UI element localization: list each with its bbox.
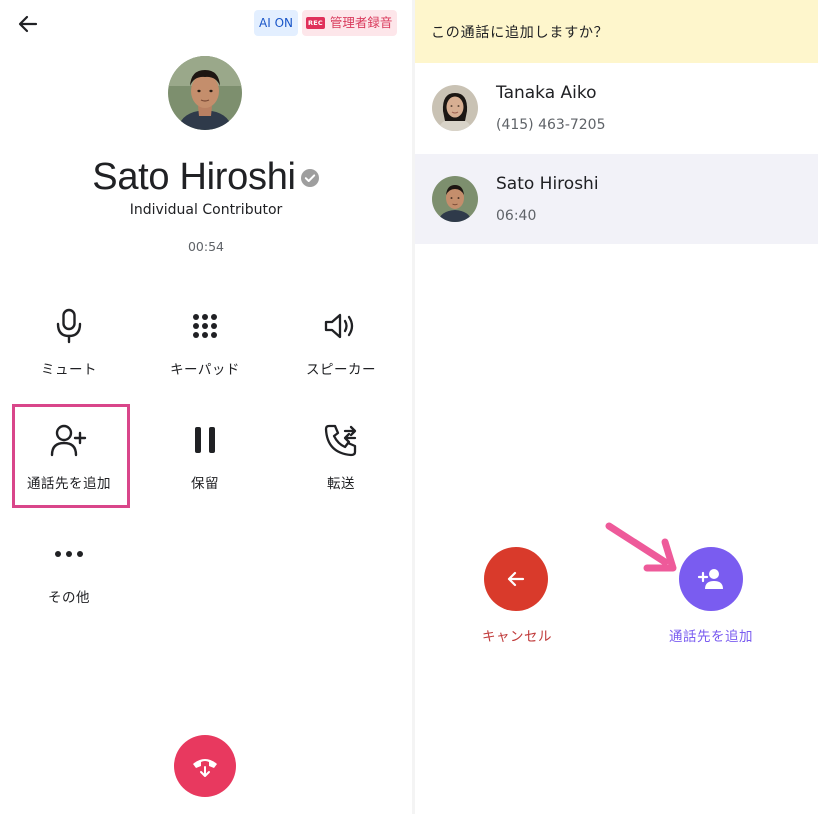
caller-role: Individual Contributor: [129, 202, 283, 218]
contact-avatar: [432, 176, 478, 222]
hold-button[interactable]: 保留: [137, 414, 273, 514]
cancel-label: キャンセル: [482, 629, 552, 645]
more-label: その他: [48, 590, 90, 606]
ai-status-badge: AI ON: [254, 10, 298, 36]
add-to-call-button[interactable]: [679, 547, 743, 611]
hang-up-icon: [193, 759, 217, 777]
keypad-button[interactable]: キーパッド: [137, 300, 273, 400]
contact-name: Sato Hiroshi: [496, 174, 599, 194]
contact-name: Tanaka Aiko: [496, 83, 597, 103]
highlight-box: [12, 404, 130, 508]
mute-button[interactable]: ミュート: [1, 300, 137, 400]
keypad-icon: [193, 314, 217, 338]
call-timer: 00:54: [187, 239, 225, 254]
contact-row[interactable]: Tanaka Aiko (415) 463-7205: [415, 63, 818, 153]
mute-label: ミュート: [41, 362, 97, 378]
transfer-call-icon: [324, 424, 357, 457]
contact-phone: (415) 463-7205: [496, 117, 606, 133]
caller-name-row: Sato Hiroshi: [0, 156, 412, 199]
end-call-button[interactable]: [174, 735, 236, 797]
more-button[interactable]: その他: [1, 528, 137, 628]
rec-icon: REC: [306, 17, 325, 29]
more-icon: [55, 551, 83, 557]
contact-row-selected[interactable]: Sato Hiroshi 06:40: [415, 154, 818, 244]
verified-check-icon: [300, 168, 319, 187]
microphone-icon: [56, 308, 82, 344]
pause-icon: [195, 427, 215, 453]
add-to-call-screen: この通話に追加しますか？ Tanaka Aiko (415) 463-7205: [415, 0, 818, 814]
add-to-call-label: 通話先を追加: [669, 629, 753, 645]
keypad-label: キーパッド: [170, 362, 240, 378]
transfer-button[interactable]: 転送: [273, 414, 409, 514]
back-button[interactable]: [14, 10, 42, 38]
arrow-left-icon: [507, 571, 525, 587]
transfer-label: 転送: [327, 476, 355, 492]
confirm-banner: この通話に追加しますか？: [415, 0, 818, 63]
speaker-button[interactable]: スピーカー: [273, 300, 409, 400]
recording-badge: REC 管理者録音: [302, 10, 398, 36]
contact-call-duration: 06:40: [496, 208, 537, 224]
pointer-arrow-icon: [605, 522, 677, 572]
add-person-icon: [697, 569, 723, 589]
caller-avatar: [168, 56, 242, 130]
active-call-screen: AI ON REC 管理者録音 Sato Hiroshi Individual …: [0, 0, 412, 814]
caller-name: Sato Hiroshi: [92, 156, 296, 198]
recording-label: 管理者録音: [329, 15, 393, 30]
speaker-icon: [324, 313, 354, 339]
hold-label: 保留: [191, 476, 219, 492]
speaker-label: スピーカー: [306, 362, 376, 378]
confirm-prompt: この通話に追加しますか？: [431, 25, 609, 41]
cancel-button[interactable]: [484, 547, 548, 611]
arrow-left-icon: [18, 15, 38, 33]
contact-avatar: [432, 85, 478, 131]
